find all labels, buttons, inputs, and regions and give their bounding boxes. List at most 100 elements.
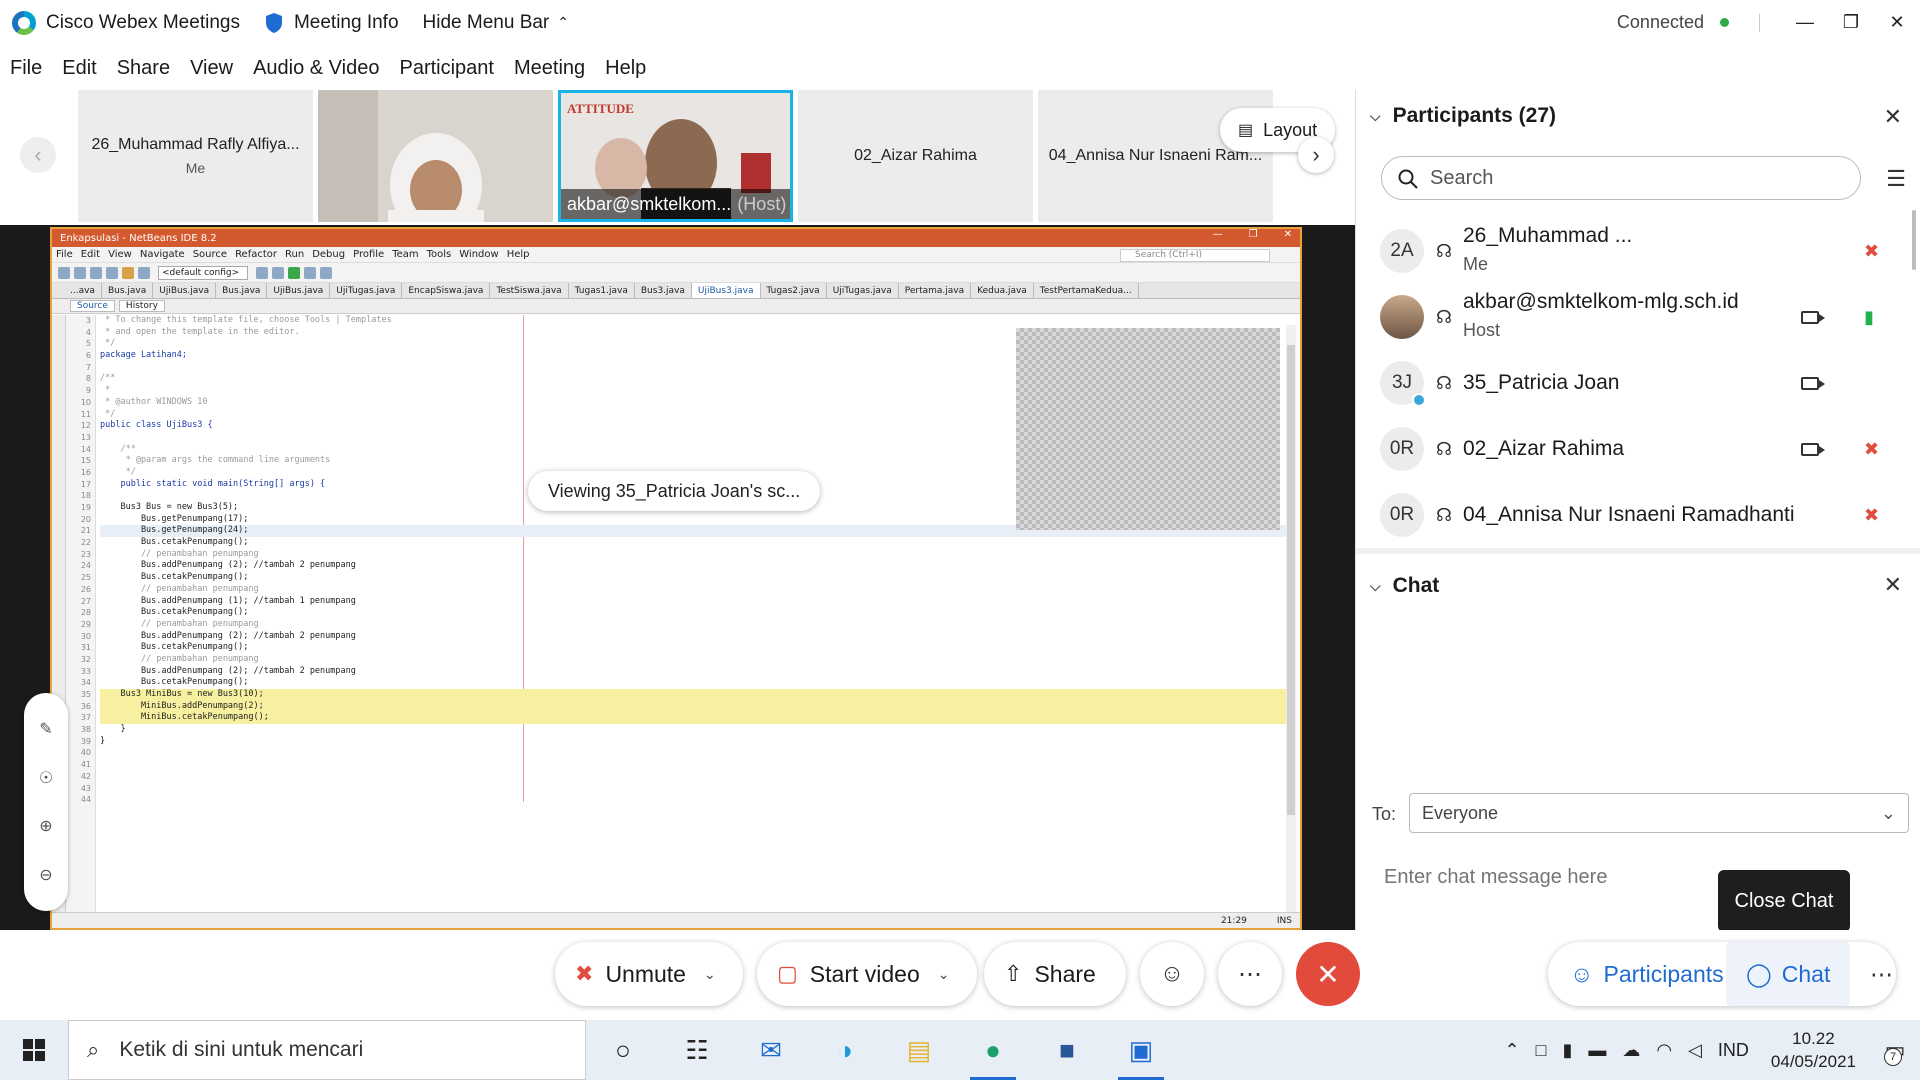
speaker-icon[interactable]: ◁ (1688, 1040, 1702, 1061)
line-number: 36 (80, 701, 91, 711)
participants-scrollbar[interactable] (1912, 210, 1916, 270)
line-number: 6 (85, 351, 91, 361)
menu-view[interactable]: View (190, 57, 233, 80)
chevron-down-icon[interactable]: ⌄ (704, 966, 716, 983)
webex-taskbar-icon[interactable]: ● (956, 1020, 1030, 1080)
chat-recipient-select[interactable]: Everyone ⌄ (1409, 793, 1909, 833)
code-line: } (100, 724, 126, 735)
edge-browser-icon[interactable]: ◑ (808, 1020, 882, 1080)
microphone-icon[interactable]: ▮ (1562, 1040, 1572, 1061)
line-number: 40 (80, 748, 91, 758)
participant-row[interactable]: ☊ akbar@smktelkom-mlg.sch.id Host ▮ (1356, 284, 1906, 350)
close-chat-button[interactable]: ✕ (1884, 572, 1902, 598)
participant-row[interactable]: 3J ☊ 35_Patricia Joan (1356, 350, 1906, 416)
smiley-icon: ☺ (1159, 960, 1185, 987)
chevron-up-icon: ⌃ (557, 14, 569, 30)
line-number: 10 (80, 397, 91, 407)
line-number: 22 (80, 538, 91, 548)
video-tile-host[interactable]: ATTITUDE akbar@smktelkom... (Host) (558, 90, 793, 222)
webex-meetings-taskbar-icon[interactable]: ▣ (1104, 1020, 1178, 1080)
menu-share[interactable]: Share (117, 57, 170, 80)
chevron-down-icon[interactable]: ⌄ (938, 966, 950, 983)
more-icon: ⋯ (1238, 960, 1262, 988)
annotate-pen-icon[interactable]: ✎ (39, 719, 52, 739)
chat-message-input[interactable] (1384, 860, 1714, 894)
code-line: // penambahan penumpang (100, 583, 259, 594)
participant-row[interactable]: 0R ☊ 04_Annisa Nur Isnaeni Ramadhanti ✖ (1356, 482, 1906, 548)
netbeans-toolbar: <default config> (52, 263, 1300, 283)
language-indicator[interactable]: IND (1718, 1040, 1749, 1061)
zoom-in-icon[interactable]: ⊕ (39, 816, 52, 836)
more-options-button[interactable]: ⋯ (1218, 942, 1282, 1006)
close-window-button[interactable]: ✕ (1874, 0, 1920, 45)
webex-logo-icon (12, 10, 36, 35)
netbeans-editor-tabs: ...ava Bus.java UjiBus.java Bus.java UjiBus.… (52, 283, 1300, 299)
participants-panel-button[interactable]: ☺ Participants (1550, 942, 1744, 1006)
remote-control-icon[interactable]: ☉ (39, 768, 53, 788)
hide-menu-bar-button[interactable]: Hide Menu Bar ⌃ (411, 0, 581, 45)
word-icon[interactable]: ■ (1030, 1020, 1104, 1080)
code-line: Bus3 MiniBus = new Bus3(10); (100, 689, 1290, 701)
video-tile-camera[interactable] (318, 90, 553, 222)
battery-icon[interactable]: ▬ (1588, 1040, 1606, 1061)
zoom-out-icon[interactable]: ⊖ (39, 865, 52, 885)
menu-edit[interactable]: Edit (62, 57, 96, 80)
reactions-button[interactable]: ☺ (1140, 942, 1204, 1006)
minimize-button[interactable]: — (1782, 0, 1828, 45)
leave-meeting-button[interactable]: ✕ (1296, 942, 1360, 1006)
chat-header[interactable]: ⌵ Chat (1370, 574, 1439, 598)
filmstrip-next-button[interactable]: › (1298, 137, 1334, 173)
restore-button[interactable]: ❐ (1828, 0, 1874, 45)
editor-tab: Kedua.java (971, 283, 1034, 298)
video-tile-aizar[interactable]: 02_Aizar Rahima (798, 90, 1033, 222)
participants-header[interactable]: ⌵ Participants (27) (1370, 104, 1556, 128)
avatar: 3J (1380, 361, 1426, 407)
code-line: Bus.cetakPenumpang(); (100, 642, 249, 653)
mail-icon[interactable]: ✉ (734, 1020, 808, 1080)
headset-icon: ☊ (1436, 372, 1452, 393)
chat-panel-button[interactable]: ◯ Chat (1726, 942, 1851, 1006)
participant-row[interactable]: 2A ☊ 26_Muhammad ... Me ✖ (1356, 218, 1906, 284)
share-button[interactable]: ⇧ Share (984, 942, 1126, 1006)
unmute-button[interactable]: ✖ Unmute ⌄ (555, 942, 743, 1006)
start-button[interactable] (0, 1020, 68, 1080)
menu-audio-video[interactable]: Audio & Video (253, 57, 379, 80)
cloud-icon[interactable]: ☁ (1622, 1040, 1640, 1061)
filmstrip-prev-button[interactable]: ‹ (20, 137, 56, 173)
host-name-label: akbar@smktelkom... (Host) (561, 189, 790, 219)
menu-file[interactable]: File (10, 57, 42, 80)
start-video-button[interactable]: ▢ Start video ⌄ (757, 942, 977, 1006)
code-line: * To change this template file, choose T… (100, 315, 392, 325)
line-number: 7 (85, 362, 91, 372)
file-explorer-icon[interactable]: ▤ (882, 1020, 956, 1080)
meet-now-icon[interactable]: □ (1536, 1040, 1547, 1061)
close-participants-button[interactable]: ✕ (1884, 104, 1902, 130)
code-line: Bus.addPenumpang (2); //tambah 2 penumpa… (100, 560, 356, 571)
video-tile-self[interactable]: 26_Muhammad Rafly Alfiya... Me (78, 90, 313, 222)
taskbar-search-box[interactable]: ⌕ Ketik di sini untuk mencari (68, 1020, 586, 1080)
task-view-icon[interactable]: ☷ (660, 1020, 734, 1080)
menu-participant[interactable]: Participant (399, 57, 494, 80)
chevron-down-icon: ⌵ (1370, 107, 1381, 124)
menu-help[interactable]: Help (605, 57, 646, 80)
meeting-info-button[interactable]: Meeting Info (252, 0, 411, 45)
panel-divider[interactable] (1356, 548, 1920, 554)
cortana-icon[interactable]: ○ (586, 1020, 660, 1080)
participant-row[interactable]: 0R ☊ 02_Aizar Rahima ✖ (1356, 416, 1906, 482)
layout-icon: ▤ (1238, 122, 1254, 139)
line-number: 19 (80, 503, 91, 512)
code-line: Bus.addPenumpang (2); //tambah 2 penumpa… (100, 630, 356, 641)
wifi-icon[interactable]: ◠ (1656, 1040, 1672, 1061)
connection-status: Connected (1617, 12, 1729, 33)
menu-meeting[interactable]: Meeting (514, 57, 585, 80)
clock[interactable]: 10.22 04/05/2021 (1771, 1027, 1856, 1073)
more-icon: ⋯ (1870, 960, 1893, 987)
chevron-up-icon[interactable]: ⌃ (1504, 1040, 1519, 1061)
line-number: 8 (85, 374, 91, 384)
more-panels-button[interactable]: ⋯ (1850, 942, 1913, 1006)
participants-search-input[interactable]: Search (1381, 156, 1861, 200)
action-center-button[interactable]: ▭ 7 (1870, 1020, 1920, 1080)
sort-icon[interactable]: ☰ (1886, 166, 1906, 192)
